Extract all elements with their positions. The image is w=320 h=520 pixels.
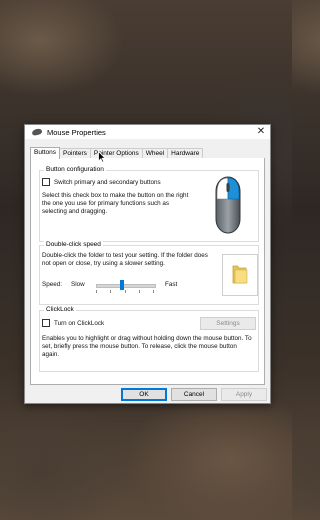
tab-buttons[interactable]: Buttons xyxy=(30,147,61,159)
slider-tick xyxy=(153,290,154,293)
folder-icon[interactable] xyxy=(232,264,248,284)
clicklock-description: Enables you to highlight or drag without… xyxy=(42,335,252,358)
buttons-panel: Button configuration Switch primary and … xyxy=(30,158,265,385)
double-click-description: Double-click the folder to test your set… xyxy=(42,252,208,267)
slider-tick xyxy=(139,290,140,293)
clicklock-settings-button[interactable]: Settings xyxy=(200,317,256,330)
mouse-properties-dialog: Mouse Properties ✕ Buttons Pointers Poin… xyxy=(24,124,271,404)
title-bar[interactable]: Mouse Properties ✕ xyxy=(25,125,270,139)
speed-label: Speed: xyxy=(42,281,62,288)
slider-thumb[interactable] xyxy=(120,280,125,290)
group-title: Button configuration xyxy=(44,166,106,173)
slow-label: Slow xyxy=(71,281,85,288)
slider-tick xyxy=(125,290,126,293)
group-title: ClickLock xyxy=(44,306,76,313)
window-title: Mouse Properties xyxy=(47,127,106,137)
apply-button[interactable]: Apply xyxy=(221,388,267,401)
switch-buttons-checkbox[interactable] xyxy=(42,178,50,186)
slider-tick xyxy=(110,290,111,293)
test-folder-box[interactable] xyxy=(222,254,258,296)
button-configuration-description: Select this check box to make the button… xyxy=(42,192,189,215)
double-click-speed-group: Double-click speed Double-click the fold… xyxy=(39,241,259,305)
clicklock-checkbox-row[interactable]: Turn on ClickLock xyxy=(42,319,104,328)
slider-track xyxy=(96,284,156,288)
group-title: Double-click speed xyxy=(44,241,103,248)
switch-buttons-checkbox-row[interactable]: Switch primary and secondary buttons xyxy=(42,178,161,187)
switch-buttons-label: Switch primary and secondary buttons xyxy=(53,178,161,186)
button-configuration-group: Button configuration Switch primary and … xyxy=(39,166,259,242)
mouse-icon xyxy=(31,127,43,137)
ok-button[interactable]: OK xyxy=(121,388,167,401)
slider-tick xyxy=(96,290,97,293)
clicklock-label: Turn on ClickLock xyxy=(53,319,105,327)
fast-label: Fast xyxy=(165,281,178,288)
mouse-illustration-icon xyxy=(215,176,241,234)
close-icon[interactable]: ✕ xyxy=(255,126,267,138)
clicklock-group: ClickLock Turn on ClickLock Settings Ena… xyxy=(39,306,259,372)
cursor-icon xyxy=(98,151,106,163)
double-click-speed-slider[interactable] xyxy=(96,279,156,293)
clicklock-checkbox[interactable] xyxy=(42,319,50,327)
cancel-button[interactable]: Cancel xyxy=(171,388,217,401)
